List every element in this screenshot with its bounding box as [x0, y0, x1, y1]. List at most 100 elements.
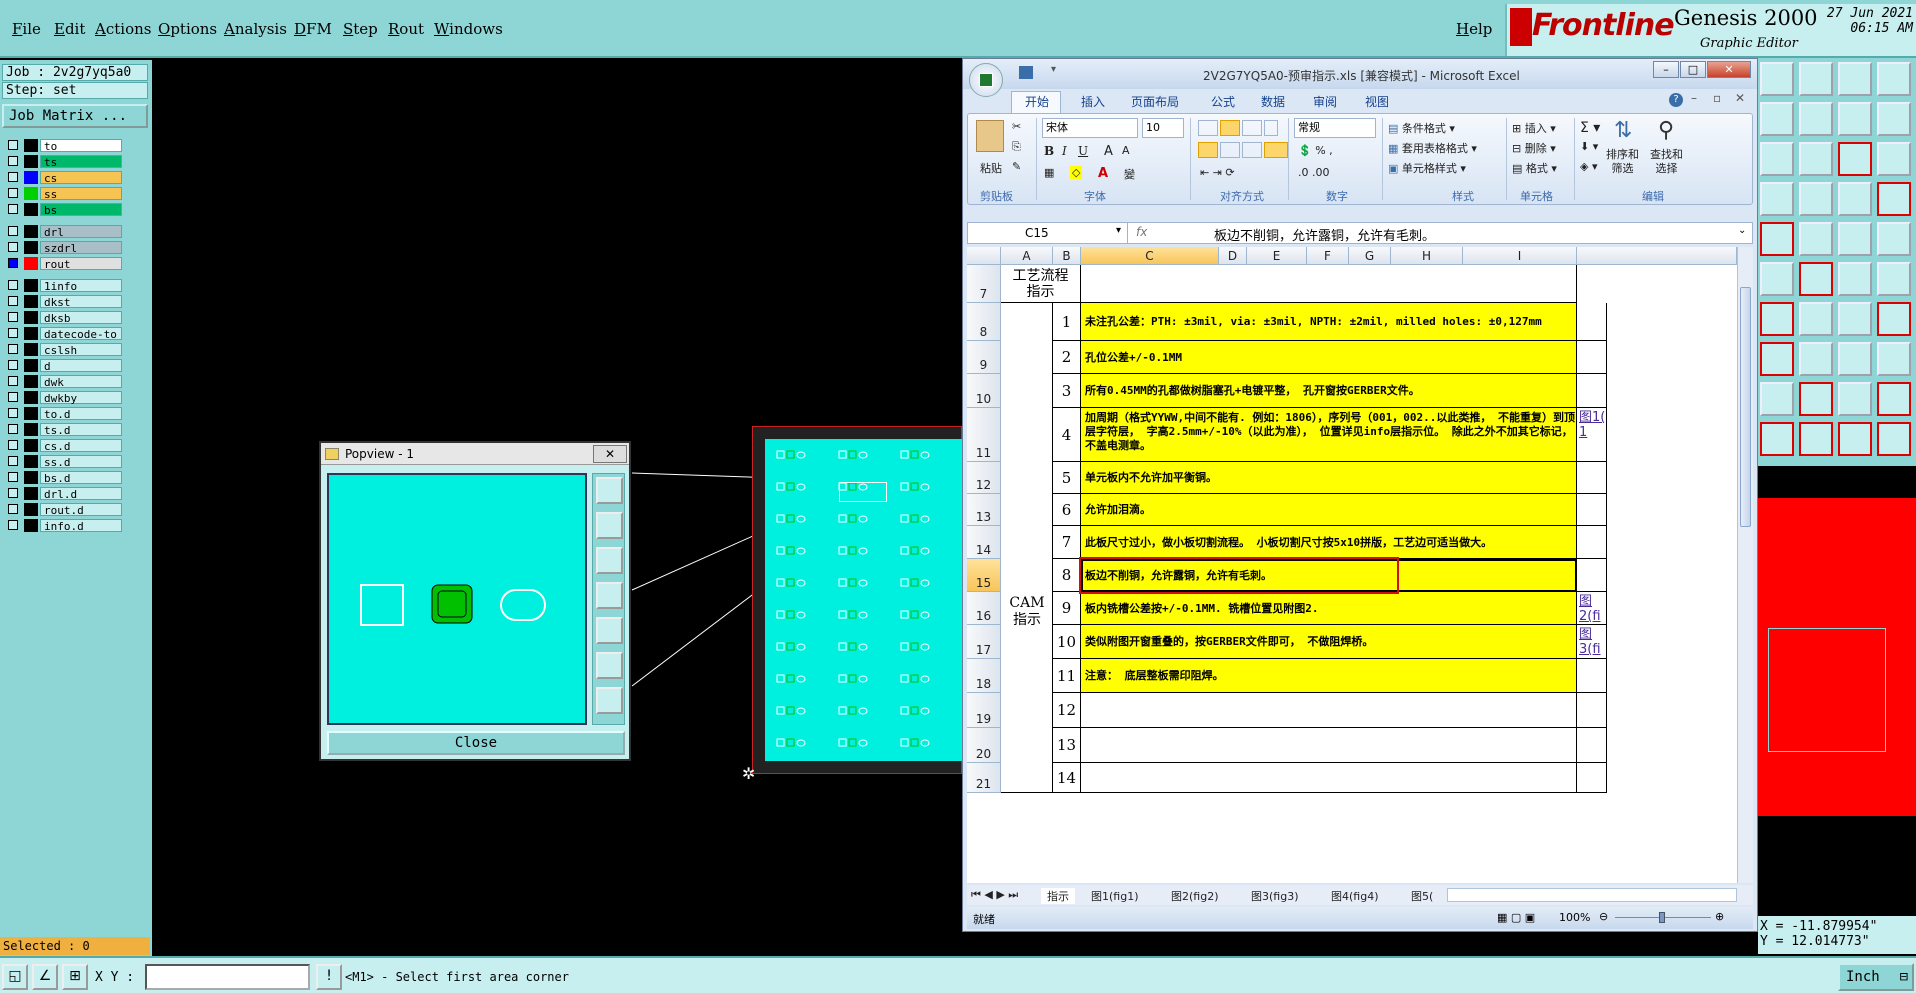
grid-icon[interactable]: ⊞: [62, 964, 88, 990]
menu-help[interactable]: Help: [1456, 20, 1492, 38]
minus-icon[interactable]: [1799, 342, 1833, 376]
formula-input[interactable]: 板边不削铜，允许露铜，允许有毛刺。: [1214, 225, 1435, 244]
minimize-button[interactable]: –: [1653, 61, 1679, 78]
item-number[interactable]: 12: [1053, 693, 1081, 728]
format-painter-icon[interactable]: ✎: [1012, 160, 1021, 173]
label-icon[interactable]: [1877, 382, 1911, 416]
row-header[interactable]: 16: [967, 592, 1001, 625]
column-header[interactable]: D: [1219, 247, 1247, 265]
horizontal-scrollbar[interactable]: [1447, 888, 1737, 902]
ratio-icon[interactable]: [1838, 142, 1872, 176]
layer-checkbox[interactable]: [8, 440, 18, 450]
clear-icon[interactable]: ◈ ▾: [1580, 160, 1597, 173]
menu-analysis[interactable]: Analysis: [224, 20, 287, 38]
expand-formula-icon[interactable]: ⌄: [1738, 225, 1746, 236]
arc-icon[interactable]: [1877, 262, 1911, 296]
slope-icon[interactable]: [1760, 302, 1794, 336]
select-icon[interactable]: [1799, 422, 1833, 456]
link-cell[interactable]: [1577, 494, 1607, 526]
item-number[interactable]: 6: [1053, 494, 1081, 526]
cell[interactable]: [1081, 265, 1577, 303]
sheet-tab-active[interactable]: 指示: [1041, 888, 1075, 904]
font-size-select[interactable]: 10: [1142, 118, 1184, 138]
item-number[interactable]: 11: [1053, 659, 1081, 693]
link-cell[interactable]: [1577, 462, 1607, 494]
column-header[interactable]: I: [1463, 247, 1577, 265]
job-matrix-button[interactable]: Job Matrix ...: [2, 104, 148, 128]
fit-icon[interactable]: [1760, 142, 1794, 176]
menu-file[interactable]: File: [12, 20, 41, 38]
layer-checkbox[interactable]: [8, 242, 18, 252]
arch-icon[interactable]: [1838, 382, 1872, 416]
tab-review[interactable]: 审阅: [1313, 93, 1337, 110]
menu-step[interactable]: Step: [343, 20, 378, 38]
layer-row[interactable]: datecode-to: [4, 326, 122, 341]
tab-formulas[interactable]: 公式: [1211, 93, 1235, 110]
link-cell[interactable]: [1577, 693, 1607, 728]
pan-left-icon[interactable]: [596, 582, 623, 609]
underline-button[interactable]: U: [1078, 144, 1088, 158]
pan-up-icon[interactable]: [596, 512, 623, 539]
menu-windows[interactable]: Windows: [434, 20, 503, 38]
row-header[interactable]: 17: [967, 625, 1001, 659]
layer-row[interactable]: dksb: [4, 310, 122, 325]
item-number[interactable]: 7: [1053, 526, 1081, 559]
layer-checkbox[interactable]: [8, 472, 18, 482]
layer-row[interactable]: drl: [4, 224, 122, 239]
sort-filter-button[interactable]: 排序和 筛选: [1606, 148, 1639, 176]
paste-label[interactable]: 粘贴: [980, 160, 1002, 176]
item-number[interactable]: 3: [1053, 374, 1081, 408]
units-selector[interactable]: Inch ⊟: [1838, 963, 1914, 991]
graphic-area-right[interactable]: [1758, 498, 1916, 816]
move-icon[interactable]: [1799, 102, 1833, 136]
scroll-thumb[interactable]: [1740, 287, 1751, 527]
row-header[interactable]: 8: [967, 303, 1001, 341]
namebox-dropdown-icon[interactable]: ▾: [1116, 225, 1121, 236]
layer-row[interactable]: cslsh: [4, 342, 122, 357]
sort-filter-icon[interactable]: ⇅: [1614, 118, 1632, 143]
link-cell[interactable]: [1577, 559, 1607, 592]
pan-icon[interactable]: [1799, 142, 1833, 176]
layer-row[interactable]: rout: [4, 256, 122, 271]
layer-row[interactable]: 1info: [4, 278, 122, 293]
save-icon[interactable]: [1019, 66, 1033, 79]
decimal-icon[interactable]: .0 .00: [1298, 166, 1330, 179]
italic-button[interactable]: I: [1062, 144, 1067, 158]
number-format-select[interactable]: 常规: [1294, 118, 1376, 138]
item-number[interactable]: 8: [1053, 559, 1081, 592]
layer-checkbox[interactable]: [8, 172, 18, 182]
menu-edit[interactable]: Edit: [54, 20, 85, 38]
cam-merged-cell[interactable]: [1001, 303, 1053, 793]
layer-checkbox[interactable]: [8, 408, 18, 418]
workbook-close-icon[interactable]: ✕: [1735, 91, 1745, 105]
layer-row[interactable]: dwkby: [4, 390, 122, 405]
layer-row[interactable]: drl.d: [4, 486, 122, 501]
sheet-tab[interactable]: 图2(fig2): [1171, 888, 1219, 904]
row-header[interactable]: 15: [967, 559, 1001, 592]
menu-dfm[interactable]: DFM: [294, 20, 332, 38]
layer-checkbox[interactable]: [8, 312, 18, 322]
bold-button[interactable]: B: [1044, 144, 1054, 158]
width-icon[interactable]: [1838, 222, 1872, 256]
layer-checkbox[interactable]: [8, 504, 18, 514]
grow-font-icon[interactable]: A: [1104, 144, 1113, 159]
plus-icon[interactable]: [1838, 342, 1872, 376]
instruction-cell[interactable]: [1081, 763, 1577, 793]
zoom-level[interactable]: 100%: [1559, 911, 1590, 924]
layer-checkbox[interactable]: [8, 360, 18, 370]
route-icon[interactable]: [1838, 102, 1872, 136]
sheet-tab[interactable]: 图5(: [1411, 888, 1433, 904]
layer-checkbox[interactable]: [8, 488, 18, 498]
connect-icon[interactable]: [1760, 262, 1794, 296]
mirror-icon[interactable]: [1877, 342, 1911, 376]
row-header[interactable]: 18: [967, 659, 1001, 693]
item-number[interactable]: 1: [1053, 303, 1081, 341]
fill-icon[interactable]: ⬇ ▾: [1580, 140, 1598, 153]
layer-checkbox[interactable]: [8, 328, 18, 338]
delete-cells-button[interactable]: ⊟ 删除 ▾: [1512, 140, 1556, 156]
link-cell[interactable]: [1577, 659, 1607, 693]
query-icon[interactable]: [1877, 142, 1911, 176]
sheet-tab[interactable]: 图3(fig3): [1251, 888, 1299, 904]
cut-icon[interactable]: [1760, 222, 1794, 256]
cell-style-button[interactable]: ▣ 单元格样式 ▾: [1388, 160, 1466, 176]
